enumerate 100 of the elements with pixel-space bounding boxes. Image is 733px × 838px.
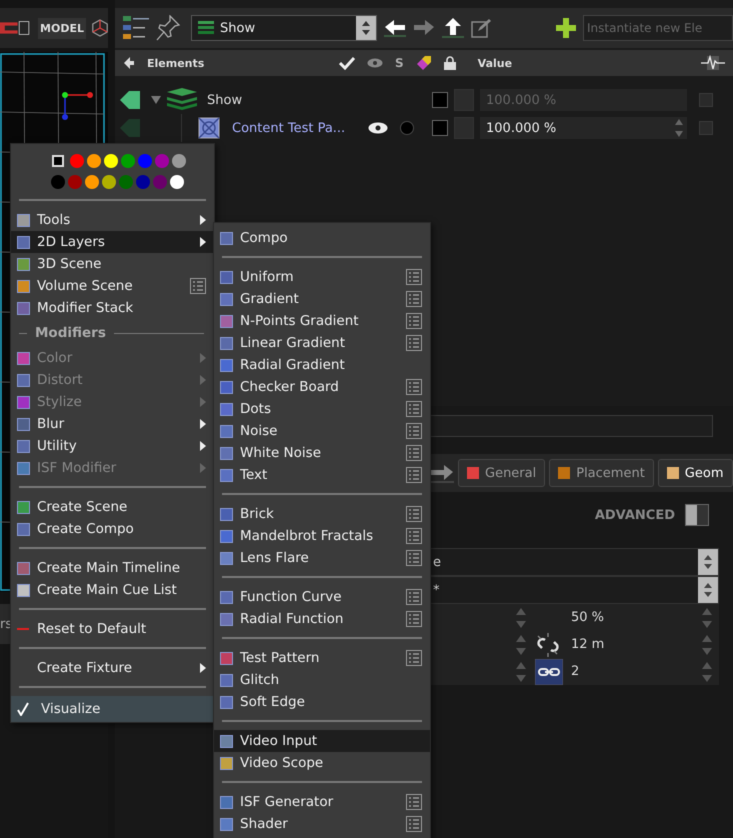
menu-item[interactable]: Uniform	[214, 266, 430, 288]
number-value[interactable]: 2	[571, 664, 580, 679]
properties-icon[interactable]	[406, 335, 422, 351]
spinner-icon[interactable]	[703, 554, 713, 570]
properties-icon[interactable]	[406, 445, 422, 461]
menu-item[interactable]: Soft Edge	[214, 691, 430, 713]
pin-icon[interactable]	[156, 15, 180, 41]
back-arrow-icon[interactable]	[384, 19, 406, 37]
menu-item[interactable]: Create Fixture	[11, 657, 214, 679]
color-swatch[interactable]	[136, 174, 150, 188]
properties-icon[interactable]	[406, 506, 422, 522]
menu-item[interactable]: Lens Flare	[214, 547, 430, 569]
menu-item[interactable]: Mandelbrot Fractals	[214, 525, 430, 547]
dropdown-field[interactable]: *	[430, 576, 719, 604]
tab[interactable]: Placement	[549, 459, 654, 487]
color-swatch[interactable]	[70, 154, 84, 168]
color-swatch[interactable]	[68, 174, 82, 188]
menu-item[interactable]: Function Curve	[214, 586, 430, 608]
forward-arrow-icon[interactable]	[430, 463, 454, 483]
menu-item[interactable]: Create Scene	[11, 496, 214, 518]
stepper-icon[interactable]	[515, 606, 527, 628]
color-swatch[interactable]	[170, 174, 184, 188]
color-swatch[interactable]	[121, 154, 135, 168]
menu-item[interactable]: Text	[214, 464, 430, 486]
menu-item[interactable]: Gradient	[214, 288, 430, 310]
properties-icon[interactable]	[406, 794, 422, 810]
properties-icon[interactable]	[406, 589, 422, 605]
back-arrow-icon[interactable]	[123, 56, 135, 70]
menu-item[interactable]: Glitch	[214, 669, 430, 691]
menu-item[interactable]: Create Main Timeline	[11, 557, 214, 579]
color-slot[interactable]	[454, 117, 474, 139]
menu-item[interactable]: Compo	[214, 227, 430, 249]
menu-item[interactable]: ISF Generator	[214, 791, 430, 813]
broken-link-icon[interactable]	[535, 632, 561, 658]
menu-item[interactable]: Video Input	[214, 730, 430, 752]
list-icon[interactable]	[123, 16, 149, 40]
spinner-icon[interactable]	[703, 582, 713, 598]
menu-item[interactable]: Modifier Stack	[11, 297, 214, 319]
color-swatch[interactable]	[104, 154, 118, 168]
properties-icon[interactable]	[406, 313, 422, 329]
menu-item[interactable]: Reset to Default	[11, 618, 214, 640]
no-color-swatch[interactable]	[52, 154, 64, 166]
tab[interactable]: Geom	[658, 459, 732, 487]
menu-item[interactable]: Noise	[214, 420, 430, 442]
properties-icon[interactable]	[406, 650, 422, 666]
properties-icon[interactable]	[406, 467, 422, 483]
link-icon[interactable]	[535, 658, 563, 684]
color-swatch[interactable]	[119, 174, 133, 188]
menu-item[interactable]: Radial Function	[214, 608, 430, 630]
properties-icon[interactable]	[406, 401, 422, 417]
stepper-icon[interactable]	[701, 634, 713, 656]
menu-item[interactable]: Test Pattern	[214, 647, 430, 669]
menu-item[interactable]: Video Scope	[214, 752, 430, 774]
properties-icon[interactable]	[406, 550, 422, 566]
color-swatch[interactable]	[51, 174, 65, 188]
properties-icon[interactable]	[406, 291, 422, 307]
advanced-toggle[interactable]	[685, 504, 709, 526]
color-swatch[interactable]	[85, 174, 99, 188]
edit-icon[interactable]	[471, 18, 491, 38]
properties-icon[interactable]	[406, 528, 422, 544]
forward-arrow-icon[interactable]	[413, 19, 435, 37]
color-swatch[interactable]	[87, 154, 101, 168]
menu-item[interactable]: Volume Scene	[11, 275, 214, 297]
color-swatch[interactable]	[155, 154, 169, 168]
tab[interactable]: General	[458, 459, 546, 487]
color-swatch[interactable]	[102, 174, 116, 188]
eye-icon[interactable]	[368, 122, 388, 134]
menu-item[interactable]: Create Compo	[11, 518, 214, 540]
color-swatch[interactable]	[172, 154, 186, 168]
number-value[interactable]: 12 m	[571, 637, 604, 652]
properties-icon[interactable]	[406, 269, 422, 285]
element-dropdown[interactable]: Show	[191, 15, 377, 41]
menu-item[interactable]: Dots	[214, 398, 430, 420]
menu-item[interactable]: Blur	[11, 413, 214, 435]
properties-icon[interactable]	[406, 423, 422, 439]
stepper-icon[interactable]	[701, 606, 713, 628]
menu-item[interactable]: Shader	[214, 813, 430, 835]
number-value[interactable]: 50 %	[571, 610, 604, 625]
menu-item[interactable]: Radial Gradient	[214, 354, 430, 376]
plus-icon[interactable]	[556, 18, 576, 38]
menu-item[interactable]: Visualize	[11, 696, 214, 722]
dropdown-field[interactable]: e	[430, 548, 719, 576]
stepper-icon[interactable]	[515, 660, 527, 682]
waveform-icon[interactable]	[701, 55, 725, 71]
properties-icon[interactable]	[190, 278, 206, 294]
menu-item[interactable]: Checker Board	[214, 376, 430, 398]
menu-item[interactable]: 2D Layers	[11, 231, 214, 253]
color-swatch[interactable]	[138, 154, 152, 168]
properties-icon[interactable]	[406, 816, 422, 832]
menu-item[interactable]: N-Points Gradient	[214, 310, 430, 332]
menu-item[interactable]: 3D Scene	[11, 253, 214, 275]
cube-icon[interactable]	[92, 17, 108, 39]
instantiate-field[interactable]: Instantiate new Ele	[583, 15, 733, 41]
stepper-icon[interactable]	[701, 660, 713, 682]
menu-item[interactable]: White Noise	[214, 442, 430, 464]
menu-item[interactable]: Tools	[11, 209, 214, 231]
properties-icon[interactable]	[406, 379, 422, 395]
model-button[interactable]: MODEL	[38, 18, 86, 38]
menu-item[interactable]: Utility	[11, 435, 214, 457]
menu-item[interactable]: Linear Gradient	[214, 332, 430, 354]
